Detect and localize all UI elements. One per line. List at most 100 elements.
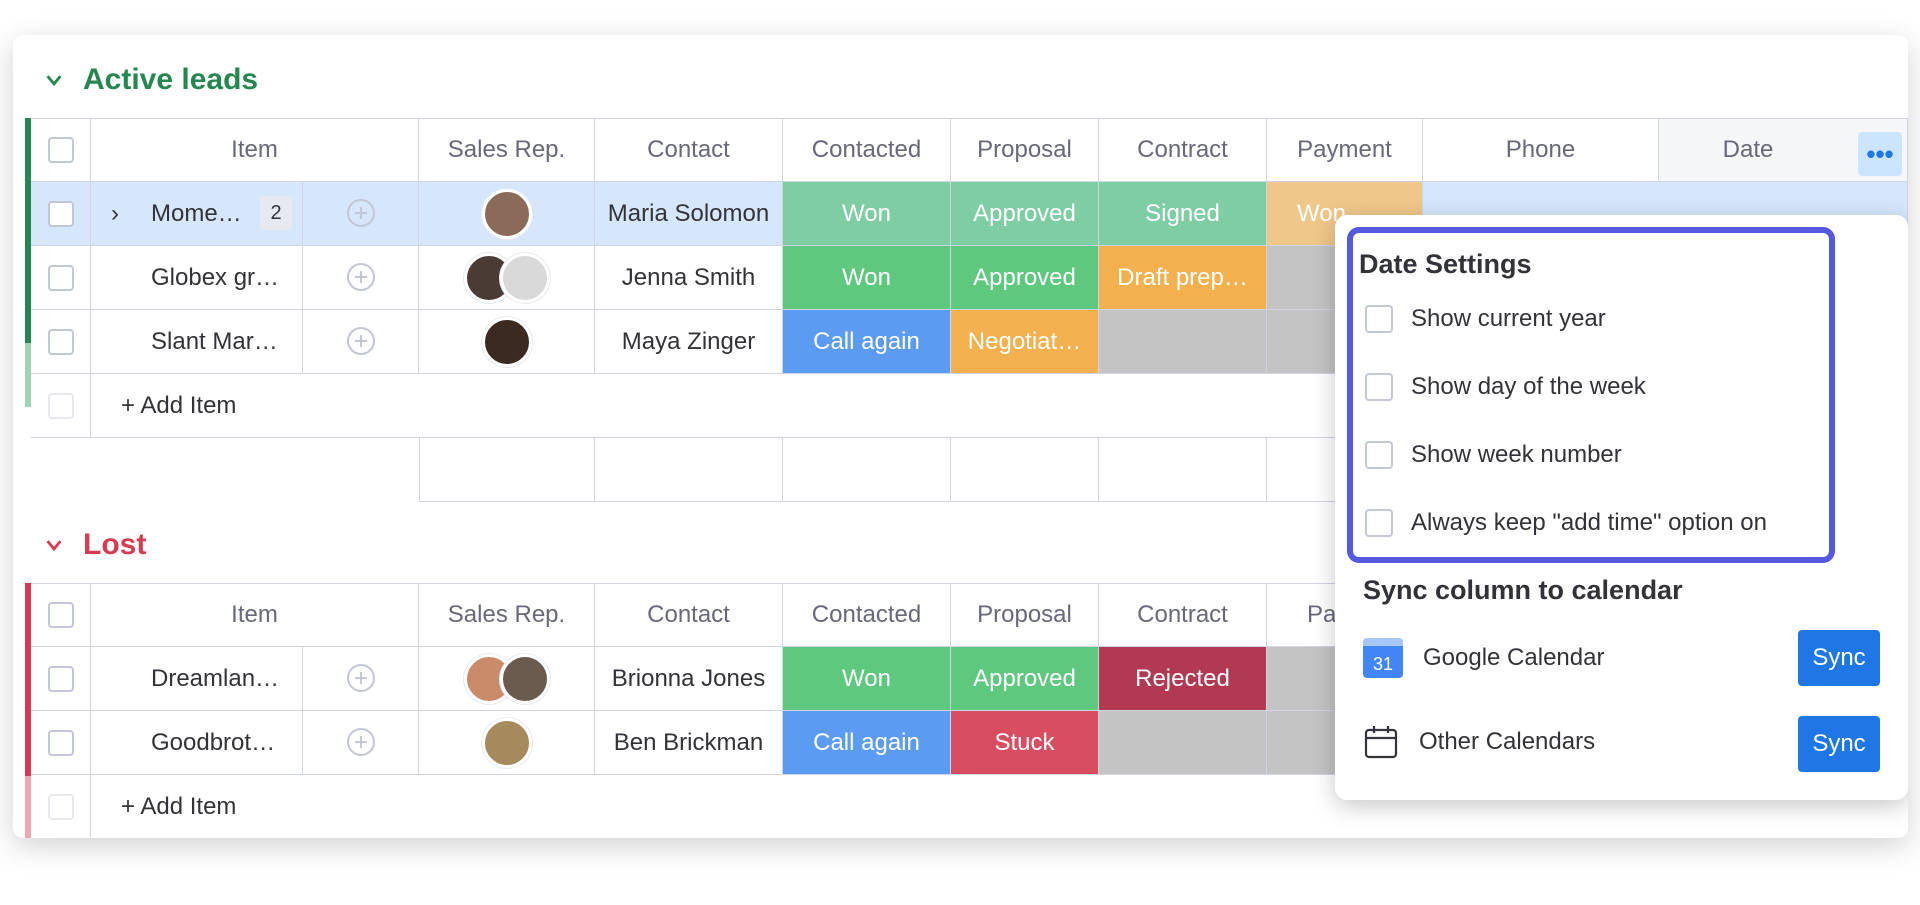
column-header-payment[interactable]: Payment [1267,118,1423,182]
status-contacted[interactable]: Call again [783,310,951,374]
status-proposal[interactable]: Approved [951,246,1099,310]
select-all-checkbox[interactable] [47,602,74,628]
group-title[interactable]: Lost [83,528,146,562]
column-header-contact[interactable]: Contact [595,118,783,182]
status-contacted[interactable]: Won [783,246,951,310]
group-header-lost[interactable]: Lost [45,528,146,562]
row-checkbox[interactable] [47,200,74,227]
row-checkbox[interactable] [47,264,74,291]
avatar[interactable] [499,653,550,704]
contact-cell[interactable]: Maria Solomon [595,182,783,246]
column-menu-button[interactable]: ••• [1858,132,1902,176]
sales-rep-cell[interactable] [419,711,595,775]
contact-cell[interactable]: Brionna Jones [595,647,783,711]
group-title[interactable]: Active leads [83,63,258,97]
sales-rep-cell[interactable] [419,647,595,711]
option-label[interactable]: Show current year [1411,305,1606,333]
google-calendar-icon-text: 31 [1372,654,1394,674]
avatar[interactable] [481,717,532,768]
chevron-down-icon[interactable] [45,536,63,554]
item-cell[interactable]: Goodbrot… [91,711,303,775]
row-checkbox[interactable] [47,328,74,355]
column-header-phone[interactable]: Phone [1423,118,1659,182]
status-contacted[interactable]: Won [783,182,951,246]
column-header-contact[interactable]: Contact [595,583,783,647]
column-header-item[interactable]: Item [91,583,419,647]
add-update-cell[interactable] [303,711,419,775]
column-header-sales-rep[interactable]: Sales Rep. [419,118,595,182]
chevron-down-icon[interactable] [45,71,63,89]
add-update-icon[interactable] [344,197,378,231]
option-add-time[interactable]: Always keep "add time" option on [1365,509,1767,537]
row-checkbox[interactable] [47,665,74,692]
more-options-icon[interactable]: ••• [1866,139,1893,170]
subitems-count-badge[interactable]: 2 [260,196,292,230]
option-label[interactable]: Show day of the week [1411,373,1646,401]
status-contacted[interactable]: Won [783,647,951,711]
column-header-proposal[interactable]: Proposal [951,118,1099,182]
status-contract[interactable]: Rejected [1099,647,1267,711]
option-show-week-number[interactable]: Show week number [1365,441,1622,469]
sync-other-button[interactable]: Sync [1798,716,1880,772]
column-header-proposal[interactable]: Proposal [951,583,1099,647]
status-proposal[interactable]: Negotiat… [951,310,1099,374]
column-header-contract[interactable]: Contract [1099,583,1267,647]
status-contract[interactable]: Draft prep… [1099,246,1267,310]
column-header-contract[interactable]: Contract [1099,118,1267,182]
add-update-cell[interactable] [303,246,419,310]
status-contacted[interactable]: Call again [783,711,951,775]
item-name[interactable]: Dreamlan… [151,665,279,693]
avatar[interactable] [481,316,532,367]
item-cell[interactable]: Dreamlan… [91,647,303,711]
chevron-right-icon[interactable]: › [111,200,119,228]
item-name[interactable]: Globex gr… [151,264,279,292]
add-update-cell[interactable] [303,182,419,246]
sync-title: Sync column to calendar [1363,575,1683,605]
item-cell[interactable]: Slant Mar… [91,310,303,374]
contact-cell[interactable]: Ben Brickman [595,711,783,775]
summary-cell [951,438,1099,502]
item-name[interactable]: Mome… [151,200,242,228]
status-proposal[interactable]: Approved [951,182,1099,246]
status-contract[interactable]: Signed [1099,182,1267,246]
column-header-item[interactable]: Item [91,118,419,182]
item-name[interactable]: Slant Mar… [151,328,278,356]
date-settings-title: Date Settings [1359,249,1532,279]
column-header-sales-rep[interactable]: Sales Rep. [419,583,595,647]
sales-rep-cell[interactable] [419,246,595,310]
status-contract[interactable] [1099,711,1267,775]
add-update-icon[interactable] [344,662,378,696]
option-show-day-of-week[interactable]: Show day of the week [1365,373,1646,401]
option-show-current-year[interactable]: Show current year [1365,305,1606,333]
add-update-icon[interactable] [344,325,378,359]
add-update-cell[interactable] [303,647,419,711]
row-checkbox[interactable] [47,729,74,756]
avatar[interactable] [499,252,550,303]
column-header-contacted[interactable]: Contacted [783,118,951,182]
sales-rep-cell[interactable] [419,310,595,374]
checkbox[interactable] [1365,305,1393,333]
status-proposal[interactable]: Approved [951,647,1099,711]
group-header-active-leads[interactable]: Active leads [45,63,258,97]
status-contract[interactable] [1099,310,1267,374]
add-update-icon[interactable] [344,726,378,760]
checkbox[interactable] [1365,441,1393,469]
item-cell[interactable]: › Mome… 2 [91,182,303,246]
item-name[interactable]: Goodbrot… [151,729,275,757]
checkbox[interactable] [1365,509,1393,537]
contact-cell[interactable]: Maya Zinger [595,310,783,374]
status-proposal[interactable]: Stuck [951,711,1099,775]
sync-google-button[interactable]: Sync [1798,630,1880,686]
select-all-checkbox[interactable] [47,137,74,163]
contact-cell[interactable]: Jenna Smith [595,246,783,310]
calendar-name: Other Calendars [1419,728,1596,755]
add-update-icon[interactable] [344,261,378,295]
sales-rep-cell[interactable] [419,182,595,246]
column-header-contacted[interactable]: Contacted [783,583,951,647]
option-label[interactable]: Show week number [1411,441,1622,469]
item-cell[interactable]: Globex gr… [91,246,303,310]
checkbox[interactable] [1365,373,1393,401]
option-label[interactable]: Always keep "add time" option on [1411,509,1767,537]
add-update-cell[interactable] [303,310,419,374]
avatar[interactable] [481,188,532,239]
